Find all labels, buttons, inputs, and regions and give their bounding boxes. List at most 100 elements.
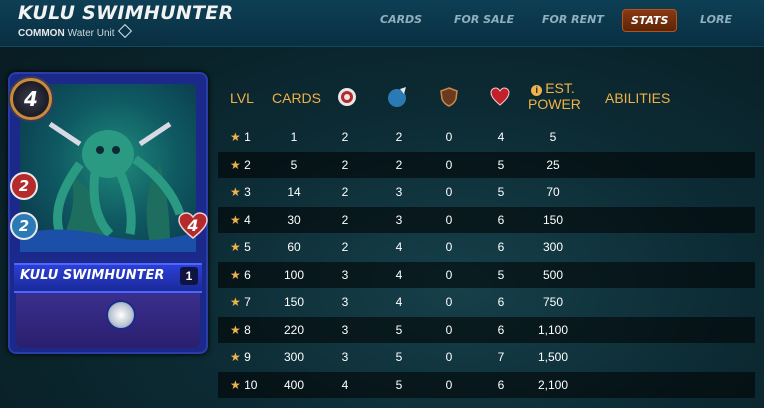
cell-speed: 5 — [395, 322, 403, 337]
cell-level: ★ 10 — [230, 377, 258, 392]
star-icon: ★ — [230, 377, 245, 392]
cell-cards: 5 — [290, 157, 298, 172]
cell-speed: 2 — [395, 130, 403, 144]
header-est-power: i EST. POWER — [528, 80, 581, 112]
cell-armor: 0 — [445, 130, 453, 144]
header-cards: CARDS — [272, 90, 322, 106]
health-value: 4 — [187, 216, 199, 235]
attack-badge: 2 — [10, 172, 38, 200]
cell-power: 5 — [549, 130, 557, 144]
cell-level: ★ 8 — [230, 322, 251, 337]
table-row: ★ 8 220 3 5 0 6 1,100 — [218, 316, 755, 343]
cell-attack: 2 — [341, 157, 349, 172]
cell-power: 25 — [546, 157, 560, 172]
cell-health: 6 — [497, 212, 505, 227]
table-row: ★ 2 5 2 2 0 5 25 — [218, 151, 755, 178]
cell-power: 1,100 — [537, 322, 569, 337]
star-icon: ★ — [230, 267, 245, 282]
cell-health: 5 — [497, 157, 505, 172]
header-abilities: ABILITIES — [605, 90, 671, 106]
cell-health: 5 — [497, 185, 505, 199]
armor-icon — [438, 86, 460, 111]
cell-speed: 3 — [395, 185, 403, 199]
cell-armor: 0 — [445, 350, 453, 364]
cell-level: ★ 7 — [230, 295, 251, 309]
cell-armor: 0 — [445, 185, 453, 199]
tab-cards[interactable]: CARDS — [380, 13, 422, 26]
cell-armor: 0 — [445, 322, 453, 337]
cell-level: ★ 6 — [230, 267, 251, 282]
cell-health: 5 — [497, 267, 505, 282]
star-icon: ★ — [230, 350, 245, 364]
tab-stats[interactable]: STATS — [622, 9, 678, 32]
cell-level: ★ 4 — [230, 212, 251, 227]
cell-health: 6 — [497, 377, 505, 392]
star-icon: ★ — [230, 295, 245, 309]
card-subtitle: COMMON Water Unit — [18, 23, 132, 39]
cell-power: 2,100 — [537, 377, 569, 392]
cell-cards: 14 — [287, 185, 301, 199]
tab-lore[interactable]: LORE — [700, 13, 732, 26]
stats-table-header: LVL CARDS i EST. POWER ABILITIES — [218, 80, 758, 124]
header-lvl: LVL — [230, 90, 254, 106]
health-icon — [489, 86, 511, 111]
star-icon: ★ — [230, 322, 245, 337]
page-header: KULU SWIMHUNTER COMMON Water Unit CARDS F… — [0, 0, 764, 47]
cell-cards: 220 — [283, 322, 305, 337]
star-icon: ★ — [230, 130, 245, 144]
star-icon: ★ — [230, 212, 245, 227]
health-badge: 4 — [178, 212, 208, 240]
cell-speed: 4 — [395, 240, 403, 254]
table-row: ★ 7 150 3 4 0 6 750 — [218, 289, 755, 315]
table-row: ★ 3 14 2 3 0 5 70 — [218, 179, 755, 205]
cell-speed: 5 — [395, 377, 403, 392]
cell-level: ★ 9 — [230, 350, 251, 364]
cell-attack: 2 — [341, 212, 349, 227]
tab-for-rent[interactable]: FOR RENT — [542, 13, 604, 26]
cell-health: 6 — [497, 295, 505, 309]
cell-power: 500 — [542, 267, 564, 282]
cell-health: 6 — [497, 240, 505, 254]
cell-armor: 0 — [445, 157, 453, 172]
table-row: ★ 1 1 2 2 0 4 5 — [218, 124, 755, 150]
cell-power: 150 — [542, 212, 564, 227]
cell-cards: 150 — [283, 295, 305, 309]
cell-attack: 2 — [341, 240, 349, 254]
ranged-attack-icon — [336, 86, 358, 111]
cell-power: 1,500 — [537, 350, 569, 364]
cell-power: 300 — [542, 240, 564, 254]
tab-for-sale[interactable]: FOR SALE — [454, 13, 514, 26]
card-level: 1 — [180, 267, 198, 285]
cell-attack: 3 — [341, 322, 349, 337]
mana-badge: 4 — [10, 78, 52, 120]
cell-armor: 0 — [445, 240, 453, 254]
speed-badge: 2 — [10, 212, 38, 240]
cell-cards: 30 — [287, 212, 301, 227]
card-name: KULU SWIMHUNTER — [20, 268, 165, 283]
info-icon[interactable]: i — [531, 85, 543, 96]
cell-level: ★ 5 — [230, 240, 251, 254]
ability-orb-icon — [106, 300, 136, 330]
table-row: ★ 6 100 3 4 0 5 500 — [218, 261, 755, 288]
cell-cards: 60 — [287, 240, 301, 254]
rarity-label: COMMON — [18, 28, 65, 39]
star-icon: ★ — [230, 157, 245, 172]
page-title: KULU SWIMHUNTER — [18, 2, 234, 24]
cell-power: 750 — [542, 295, 564, 309]
cell-power: 70 — [546, 185, 560, 199]
cell-armor: 0 — [445, 212, 453, 227]
water-element-icon — [117, 23, 132, 39]
cell-armor: 0 — [445, 295, 453, 309]
star-icon: ★ — [230, 240, 245, 254]
cell-level: ★ 3 — [230, 185, 251, 199]
table-row: ★ 4 30 2 3 0 6 150 — [218, 206, 755, 233]
table-row: ★ 5 60 2 4 0 6 300 — [218, 234, 755, 260]
table-row: ★ 10 400 4 5 0 6 2,100 — [218, 371, 755, 398]
cell-health: 6 — [497, 322, 505, 337]
cell-speed: 4 — [395, 295, 403, 309]
cell-speed: 4 — [395, 267, 403, 282]
cell-attack: 3 — [341, 295, 349, 309]
cell-level: ★ 1 — [230, 130, 251, 144]
cell-attack: 4 — [341, 377, 349, 392]
unit-type-label: Water Unit — [67, 28, 115, 39]
